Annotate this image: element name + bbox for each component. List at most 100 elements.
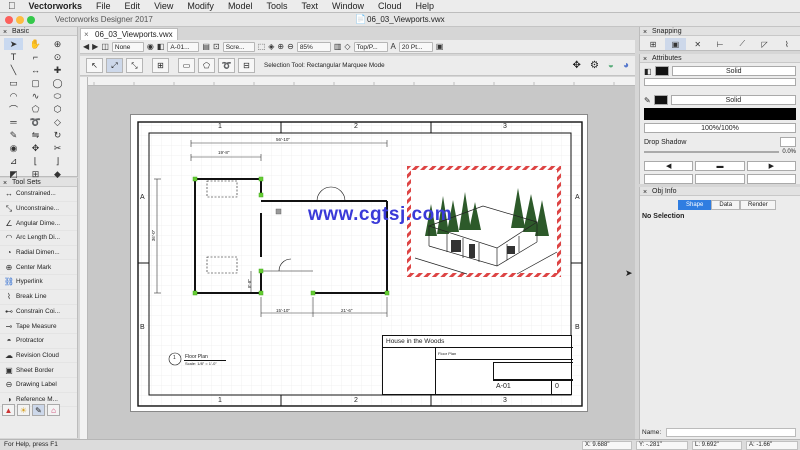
move-tool-icon[interactable]: ✥ bbox=[26, 142, 45, 154]
mirror-tool-icon[interactable]: ⇋ bbox=[26, 129, 45, 141]
single-mode-icon[interactable]: ↖ bbox=[86, 58, 103, 73]
oval-tool-icon[interactable]: ⬭ bbox=[48, 90, 67, 102]
menu-vectorworks[interactable]: Vectorworks bbox=[22, 1, 90, 11]
smart-points-icon[interactable]: ⟋ bbox=[732, 38, 752, 50]
tool-constrain-coincident[interactable]: ⊷ Constrain Coi... bbox=[0, 305, 77, 320]
menu-window[interactable]: Window bbox=[325, 1, 371, 11]
toolset-basic-icon[interactable]: ▲ bbox=[2, 404, 15, 416]
fillet-tool-icon[interactable]: ⌊ bbox=[26, 155, 45, 167]
marker-start-icon[interactable] bbox=[644, 174, 694, 184]
spiral-tool-icon[interactable]: ➰ bbox=[26, 116, 45, 128]
apple-menu-icon[interactable]:  bbox=[0, 1, 22, 12]
transform-icon[interactable]: ⊟ bbox=[238, 58, 255, 73]
disable-interactive-scaling-icon[interactable]: ⊞ bbox=[152, 58, 169, 73]
opacity-field[interactable]: 100%/100% bbox=[644, 123, 796, 133]
back-arrow-icon[interactable]: ◀ bbox=[83, 42, 89, 51]
tab-render[interactable]: Render bbox=[740, 200, 776, 210]
snap-to-distance-icon[interactable]: ⊢ bbox=[710, 38, 730, 50]
name-field[interactable] bbox=[666, 428, 796, 437]
tool-drawing-label[interactable]: ⊖ Drawing Label bbox=[0, 378, 77, 393]
menu-view[interactable]: View bbox=[147, 1, 180, 11]
close-icon[interactable]: × bbox=[643, 188, 647, 197]
snap-to-object-icon[interactable]: ▣ bbox=[665, 38, 686, 50]
polygon-tool-icon[interactable]: ⬠ bbox=[26, 103, 45, 115]
fill-color-swatch[interactable] bbox=[654, 66, 669, 76]
close-icon[interactable]: × bbox=[643, 28, 647, 37]
tool-revision-cloud[interactable]: ☁ Revision Cloud bbox=[0, 349, 77, 364]
menu-file[interactable]: File bbox=[89, 1, 118, 11]
projection-icon[interactable]: ◈ bbox=[268, 42, 274, 51]
close-icon[interactable]: × bbox=[643, 55, 647, 64]
snap-to-grid-icon[interactable]: ⊞ bbox=[643, 38, 663, 50]
marker-end-icon[interactable] bbox=[746, 174, 796, 184]
lasso-icon[interactable]: ➰ bbox=[218, 58, 235, 73]
render-options-icon[interactable]: ◕ bbox=[623, 60, 629, 71]
regular-polygon-tool-icon[interactable]: ⬡ bbox=[48, 103, 67, 115]
polygonal-marquee-icon[interactable]: ⬠ bbox=[198, 58, 215, 73]
tool-protractor[interactable]: ◓ Protractor bbox=[0, 334, 77, 349]
drop-shadow-toggle[interactable] bbox=[780, 137, 796, 147]
toolset-visualization-icon[interactable]: ☀ bbox=[17, 404, 30, 416]
snap-icon[interactable]: ✥ bbox=[573, 60, 581, 71]
split-tool-icon[interactable]: ✂ bbox=[48, 142, 67, 154]
tab-data[interactable]: Data bbox=[711, 200, 741, 210]
close-icon[interactable]: × bbox=[3, 28, 7, 37]
tool-sheet-border[interactable]: ▣ Sheet Border bbox=[0, 363, 77, 378]
pen-color-bar[interactable] bbox=[644, 108, 796, 120]
forward-arrow-icon[interactable]: ▶ bbox=[92, 42, 98, 51]
tool-tape-measure[interactable]: ⊸ Tape Measure bbox=[0, 319, 77, 334]
smart-edge-icon[interactable]: ◸ bbox=[754, 38, 774, 50]
tool-unconstrained-linear-dim[interactable]: ⤡ Unconstraine... bbox=[0, 202, 77, 217]
menu-tools[interactable]: Tools bbox=[259, 1, 294, 11]
menu-modify[interactable]: Modify bbox=[180, 1, 221, 11]
offset-tool-icon[interactable]: ◇ bbox=[48, 116, 67, 128]
rectangle-tool-icon[interactable]: ▭ bbox=[4, 77, 23, 89]
document-tab[interactable]: × 06_03_Viewports.vwx bbox=[80, 28, 178, 40]
zoom-window-button[interactable] bbox=[27, 16, 35, 24]
floor-plan-viewport[interactable] bbox=[151, 137, 391, 327]
zoom-fit-icon[interactable]: ⊕ bbox=[277, 42, 284, 51]
tool-center-mark[interactable]: ⊕ Center Mark bbox=[0, 260, 77, 276]
drawing-canvas[interactable]: 1 2 3 1 2 3 A B A B 56'-10" 19'-8" 36'-0… bbox=[88, 86, 635, 439]
double-line-tool-icon[interactable]: ═ bbox=[4, 116, 23, 128]
menu-cloud[interactable]: Cloud bbox=[371, 1, 409, 11]
dimension-tool-icon[interactable]: ↔ bbox=[26, 64, 45, 76]
tool-hyperlink[interactable]: ⛓ Hyperlink bbox=[0, 275, 77, 290]
minimize-window-button[interactable] bbox=[16, 16, 24, 24]
eyedropper-tool-icon[interactable]: ✎ bbox=[4, 129, 23, 141]
flyover-tool-icon[interactable]: ⊕ bbox=[48, 38, 67, 50]
layer-options-icon[interactable]: ▤ bbox=[202, 42, 210, 51]
snap-to-tangent-icon[interactable]: ⌇ bbox=[777, 38, 797, 50]
polyline-tool-icon[interactable]: ⌒ bbox=[4, 103, 23, 115]
lasso-marquee-mode-icon[interactable]: ⤡ bbox=[126, 58, 143, 73]
zoom-tool-icon[interactable]: ⊙ bbox=[48, 51, 67, 63]
working-plane-icon[interactable]: ▥ bbox=[334, 42, 342, 51]
rounded-rect-tool-icon[interactable]: ▢ bbox=[26, 77, 45, 89]
rotate-tool-icon[interactable]: ↻ bbox=[48, 129, 67, 141]
connect-tool-icon[interactable]: ⊿ bbox=[4, 155, 23, 167]
snap-to-intersection-icon[interactable]: ✕ bbox=[688, 38, 708, 50]
freehand-tool-icon[interactable]: ∿ bbox=[26, 90, 45, 102]
locus-tool-icon[interactable]: ✚ bbox=[48, 64, 67, 76]
close-window-button[interactable] bbox=[5, 16, 13, 24]
menu-edit[interactable]: Edit bbox=[118, 1, 148, 11]
font-size-dropdown[interactable]: 20 Pt... bbox=[398, 41, 433, 52]
tool-break-line[interactable]: ⌇ Break Line bbox=[0, 290, 77, 305]
tool-angular-dimension[interactable]: ∠ Angular Dime... bbox=[0, 216, 77, 232]
tool-arc-length-dimension[interactable]: ◠ Arc Length Di... bbox=[0, 231, 77, 246]
close-tab-icon[interactable]: × bbox=[84, 29, 89, 40]
length-field[interactable]: L: 9.692" bbox=[692, 441, 742, 450]
text-tool-icon[interactable]: T bbox=[4, 51, 23, 63]
active-class-dropdown[interactable]: None bbox=[111, 41, 144, 52]
tool-radial-dimension[interactable]: ◔ Radial Dimen... bbox=[0, 246, 77, 261]
close-icon[interactable]: × bbox=[3, 179, 7, 188]
visibility-icon[interactable]: ◉ bbox=[147, 42, 154, 51]
menu-model[interactable]: Model bbox=[221, 1, 260, 11]
line-style-icon[interactable]: ▬ bbox=[695, 161, 745, 171]
visibility-tool-icon[interactable]: ◉ bbox=[4, 142, 23, 154]
selection-tool-icon[interactable]: ➤ bbox=[4, 38, 23, 50]
active-layer-dropdown[interactable]: A-01... bbox=[167, 41, 200, 52]
line-end-icon[interactable]: ▶ bbox=[746, 161, 796, 171]
flyover-icon[interactable]: ◇ bbox=[344, 42, 350, 51]
tab-shape[interactable]: Shape bbox=[678, 200, 712, 210]
